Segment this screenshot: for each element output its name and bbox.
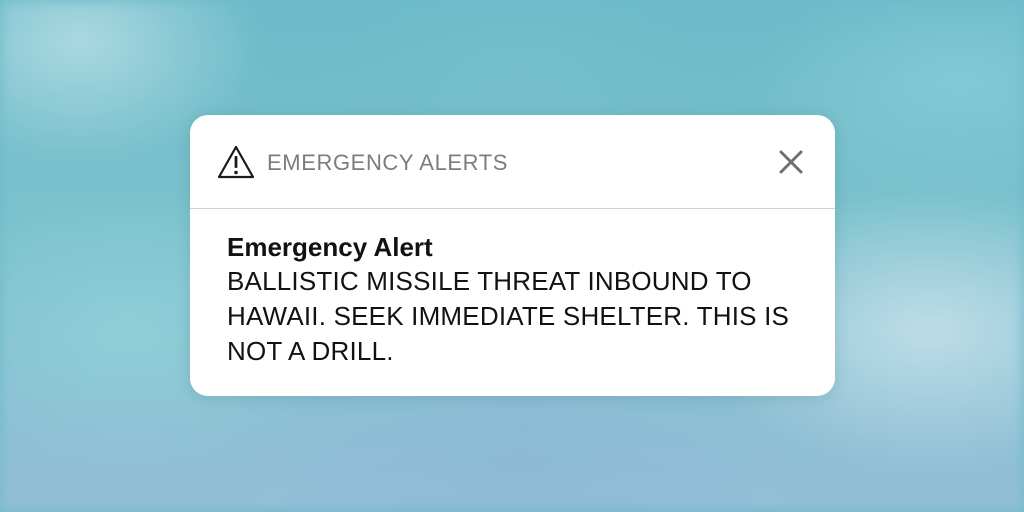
warning-triangle-icon (217, 145, 255, 179)
close-icon[interactable] (778, 149, 804, 175)
close-button[interactable] (778, 149, 804, 175)
notification-title: Emergency Alert (227, 232, 433, 262)
notification-message: BALLISTIC MISSILE THREAT INBOUND TO HAWA… (227, 266, 790, 366)
emergency-alert-notification[interactable]: EMERGENCY ALERTS Emergency Alert BALLIST… (190, 115, 835, 396)
notification-body: Emergency Alert BALLISTIC MISSILE THREAT… (227, 230, 817, 369)
notification-header: EMERGENCY ALERTS (190, 115, 835, 209)
notification-app-name: EMERGENCY ALERTS (267, 150, 509, 175)
